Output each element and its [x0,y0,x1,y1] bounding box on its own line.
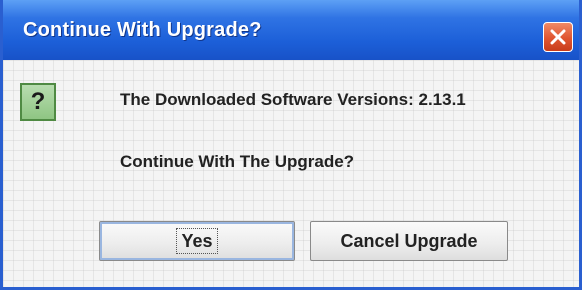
cancel-upgrade-button[interactable]: Cancel Upgrade [310,221,508,261]
dialog-body: ? The Downloaded Software Versions: 2.13… [3,60,579,287]
close-button[interactable] [543,22,573,52]
version-message: The Downloaded Software Versions: 2.13.1 [120,90,466,109]
question-glyph: ? [30,88,46,115]
close-icon [550,29,566,45]
confirm-message: Continue With The Upgrade? [120,152,355,171]
upgrade-dialog: Continue With Upgrade? ? The Downloaded … [0,0,582,290]
cancel-upgrade-label: Cancel Upgrade [340,230,478,251]
yes-button-label: Yes [176,227,218,254]
dialog-title: Continue With Upgrade? [23,19,262,41]
question-mark-icon: ? [20,83,56,121]
yes-button[interactable]: Yes [99,221,295,261]
dialog-titlebar[interactable]: Continue With Upgrade? [3,0,579,60]
